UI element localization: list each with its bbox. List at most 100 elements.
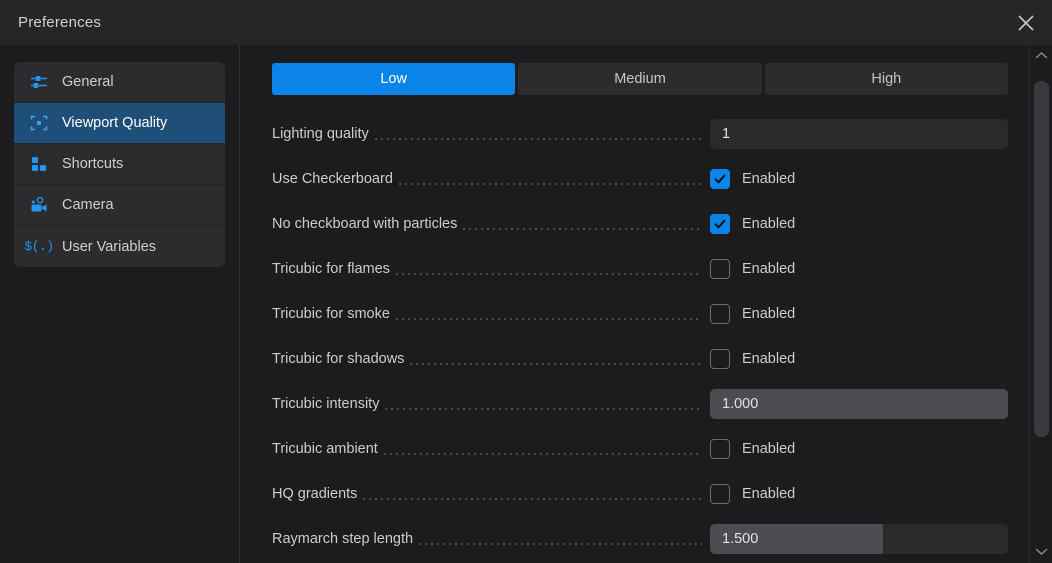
setting-label: HQ gradients — [272, 485, 358, 502]
preferences-window: Preferences General Viewport Quality Sho… — [0, 0, 1052, 563]
sidebar-item-label: General — [62, 74, 114, 90]
sidebar-item-camera[interactable]: Camera — [14, 185, 225, 226]
no-checkboard-with-particles-checkbox[interactable]: Enabled — [710, 213, 796, 234]
field-value: 1.000 — [722, 395, 759, 412]
sidebar: General Viewport Quality Shortcuts Camer… — [0, 45, 240, 563]
setting-row-hq-gradients: HQ gradients Enabled — [272, 471, 1008, 516]
leader-dots — [396, 175, 702, 189]
setting-label: Tricubic for shadows — [272, 350, 405, 367]
setting-row-tricubic-for-shadows: Tricubic for shadows Enabled — [272, 336, 1008, 381]
sidebar-item-shortcuts[interactable]: Shortcuts — [14, 144, 225, 185]
use-checkerboard-checkbox[interactable]: Enabled — [710, 168, 796, 189]
setting-control: 1.000 — [710, 388, 1008, 419]
tricubic-intensity-slider[interactable]: 1.000 — [710, 388, 1008, 419]
checkbox-label: Enabled — [742, 440, 796, 457]
leader-dots — [408, 355, 702, 369]
setting-control: Enabled — [710, 348, 1008, 369]
scrollbar-track[interactable] — [1030, 67, 1052, 541]
leader-dots — [361, 490, 702, 504]
tricubic-for-shadows-checkbox[interactable]: Enabled — [710, 348, 796, 369]
settings-panel: Low Medium High Lighting quality 1 Use C… — [240, 45, 1052, 563]
nodes-sliders-icon — [28, 71, 50, 93]
checkbox-checked-icon — [710, 213, 730, 234]
setting-label: Tricubic for flames — [272, 260, 390, 277]
setting-control: Enabled — [710, 303, 1008, 324]
settings-rows: Lighting quality 1 Use Checkerboard Enab… — [272, 111, 1008, 561]
focus-bracket-icon — [28, 112, 50, 134]
checkbox-label: Enabled — [742, 260, 796, 277]
tricubic-for-flames-checkbox[interactable]: Enabled — [710, 258, 796, 279]
dollar-variable-icon: $(.) — [24, 239, 54, 254]
setting-row-tricubic-for-smoke: Tricubic for smoke Enabled — [272, 291, 1008, 336]
setting-control: 1 — [710, 118, 1008, 149]
setting-row-raymarch-step-length: Raymarch step length 1.500 — [272, 516, 1008, 561]
grid-squares-icon — [28, 153, 50, 175]
leader-dots — [417, 535, 702, 549]
tab-high[interactable]: High — [764, 63, 1008, 95]
sidebar-item-label: Viewport Quality — [62, 115, 168, 131]
setting-label: Lighting quality — [272, 125, 369, 142]
scroll-down-button[interactable] — [1030, 541, 1052, 563]
sidebar-item-label: User Variables — [62, 238, 157, 255]
checkbox-label: Enabled — [742, 350, 796, 367]
setting-row-tricubic-intensity: Tricubic intensity 1.000 — [272, 381, 1008, 426]
chevron-up-icon — [1035, 47, 1048, 65]
setting-row-use-checkerboard: Use Checkerboard Enabled — [272, 156, 1008, 201]
tab-label: Low — [380, 71, 407, 87]
field-value: 1 — [722, 125, 731, 142]
setting-control: Enabled — [710, 168, 1008, 189]
scroll-up-button[interactable] — [1030, 45, 1052, 67]
setting-row-lighting-quality: Lighting quality 1 — [272, 111, 1008, 156]
tricubic-ambient-checkbox[interactable]: Enabled — [710, 438, 796, 459]
tab-label: Medium — [614, 71, 666, 87]
checkbox-unchecked-icon — [710, 348, 730, 369]
setting-label: Tricubic intensity — [272, 395, 380, 412]
setting-label: No checkboard with particles — [272, 215, 458, 232]
sidebar-item-viewport-quality[interactable]: Viewport Quality — [14, 103, 225, 144]
setting-label: Raymarch step length — [272, 530, 414, 547]
setting-row-no-checkboard-with-particles: No checkboard with particles Enabled — [272, 201, 1008, 246]
checkbox-unchecked-icon — [710, 258, 730, 279]
close-button[interactable] — [1008, 5, 1044, 41]
sidebar-item-user-variables[interactable]: $(.) User Variables — [14, 226, 225, 267]
chevron-down-icon — [1035, 543, 1048, 561]
sidebar-item-label: Camera — [62, 197, 114, 213]
tab-medium[interactable]: Medium — [518, 63, 762, 95]
checkbox-unchecked-icon — [710, 483, 730, 504]
setting-control: Enabled — [710, 483, 1008, 504]
checkbox-label: Enabled — [742, 170, 796, 187]
leader-dots — [393, 265, 702, 279]
leader-dots — [372, 130, 702, 144]
checkbox-label: Enabled — [742, 215, 796, 232]
checkbox-label: Enabled — [742, 305, 796, 322]
raymarch-step-length-slider[interactable]: 1.500 — [710, 523, 1008, 554]
setting-control: 1.500 — [710, 523, 1008, 554]
setting-label: Tricubic for smoke — [272, 305, 390, 322]
setting-label: Use Checkerboard — [272, 170, 393, 187]
setting-row-tricubic-for-flames: Tricubic for flames Enabled — [272, 246, 1008, 291]
video-camera-icon — [28, 194, 50, 216]
close-icon — [1016, 13, 1036, 33]
setting-label: Tricubic ambient — [272, 440, 378, 457]
leader-dots — [383, 400, 702, 414]
sidebar-item-general[interactable]: General — [14, 62, 225, 103]
leader-dots — [381, 445, 702, 459]
vertical-scrollbar[interactable] — [1029, 45, 1052, 563]
tricubic-for-smoke-checkbox[interactable]: Enabled — [710, 303, 796, 324]
window-body: General Viewport Quality Shortcuts Camer… — [0, 45, 1052, 563]
window-title: Preferences — [18, 14, 102, 31]
hq-gradients-checkbox[interactable]: Enabled — [710, 483, 796, 504]
title-bar: Preferences — [0, 0, 1052, 45]
checkbox-checked-icon — [710, 168, 730, 189]
sidebar-item-label: Shortcuts — [62, 156, 124, 172]
sidebar-nav-list: General Viewport Quality Shortcuts Camer… — [14, 62, 225, 267]
lighting-quality-input[interactable]: 1 — [710, 118, 1008, 149]
tab-label: High — [871, 71, 902, 87]
tab-low[interactable]: Low — [272, 63, 516, 95]
scrollbar-thumb[interactable] — [1033, 81, 1049, 437]
setting-control: Enabled — [710, 258, 1008, 279]
checkbox-label: Enabled — [742, 485, 796, 502]
checkbox-unchecked-icon — [710, 303, 730, 324]
setting-control: Enabled — [710, 213, 1008, 234]
leader-dots — [461, 220, 702, 234]
